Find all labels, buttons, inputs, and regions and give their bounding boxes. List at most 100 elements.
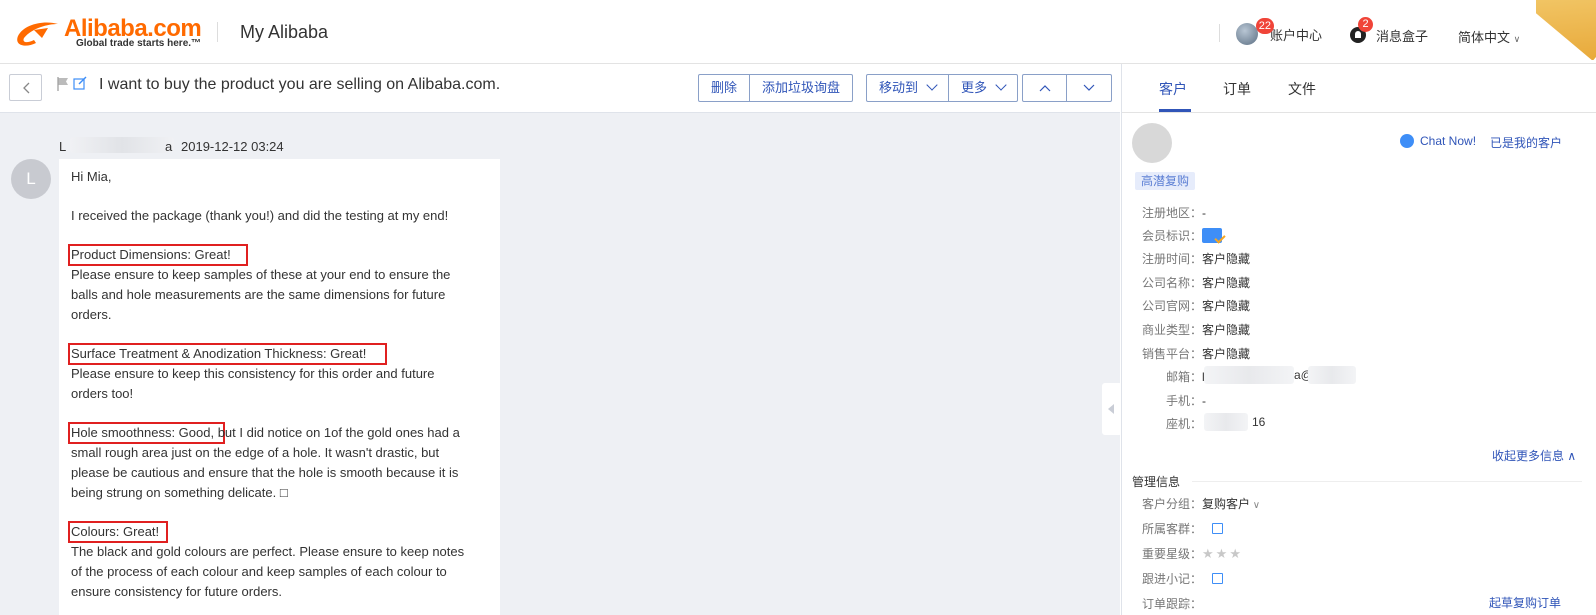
message-line: Surface Treatment & Anodization Thicknes… [71, 346, 367, 361]
tab-orders[interactable]: 订单 [1223, 79, 1251, 99]
message-pane: L a 2019-12-12 03:24 L Hi Mia, I receive… [0, 113, 1120, 615]
message-box-link[interactable]: 2 消息盒子 [1350, 17, 1428, 46]
message-line: please be cautious and ensure that the h… [71, 465, 459, 480]
field-label: 重要星级： [1142, 547, 1203, 561]
redacted-email [1204, 366, 1294, 384]
landline-suffix: 16 [1252, 415, 1266, 429]
top-header: Alibaba.com Global trade starts here.™ M… [0, 0, 1596, 64]
draft-repeat-order-link[interactable]: 起草复购订单 [1489, 594, 1561, 611]
field-value: 客户隐藏 [1202, 252, 1251, 266]
message-line: ensure consistency for future orders. [71, 584, 282, 599]
tab-customer[interactable]: 客户 [1159, 79, 1187, 99]
field-label: 注册时间： [1142, 252, 1203, 266]
user-avatar: 22 [1236, 18, 1274, 45]
field-label: 跟进小记： [1142, 572, 1203, 586]
collapse-label: 收起更多信息 [1492, 449, 1565, 463]
message-body: Hi Mia, I received the package (thank yo… [59, 159, 500, 615]
field-value: 客户隐藏 [1202, 347, 1251, 361]
language-selector[interactable]: 简体中文 ∨ [1458, 27, 1520, 46]
alibaba-logo[interactable]: Alibaba.com Global trade starts here.™ [14, 16, 214, 52]
tab-files[interactable]: 文件 [1288, 79, 1316, 99]
message-line: orders. [71, 307, 112, 322]
active-tab-indicator [1159, 109, 1191, 112]
message-line: being strung on something delicate. □ [71, 485, 288, 500]
chevron-up-icon: ∧ [1564, 449, 1577, 463]
field-label: 公司名称： [1142, 276, 1203, 290]
field-label: 所属客群： [1142, 522, 1203, 536]
star-icon[interactable]: ★ [1229, 546, 1241, 561]
field-label: 公司官网： [1142, 299, 1203, 313]
field-value: 客户隐藏 [1202, 323, 1251, 337]
field-landline: 座机： [1166, 415, 1202, 432]
field-label: 销售平台： [1142, 347, 1203, 361]
next-message-button[interactable] [1067, 75, 1111, 101]
logo-tagline: Global trade starts here.™ [76, 38, 202, 49]
page-title: My Alibaba [240, 22, 329, 42]
field-email: 邮箱：l [1166, 368, 1205, 385]
customer-panel: 客户 订单 文件 Chat Now! 已是我的客户 高潜复购 注册地区：- 会员… [1122, 64, 1596, 615]
sender-name-end: a [165, 139, 173, 154]
account-badge: 22 [1255, 18, 1274, 34]
header-right-divider [1219, 24, 1220, 42]
verified-member-icon [1202, 228, 1223, 243]
move-more-group: 移动到 更多 [866, 74, 1019, 102]
star-icon[interactable]: ★ [1202, 546, 1214, 561]
sender-avatar: L [11, 159, 51, 199]
field-value: - [1202, 206, 1207, 220]
previous-message-button[interactable] [1023, 75, 1067, 101]
message-line: Colours: Great! [71, 524, 160, 539]
chevron-down-icon[interactable]: ∨ [1250, 500, 1260, 511]
field-mobile: 手机：- [1166, 392, 1206, 409]
prev-next-group [1022, 74, 1112, 102]
back-button[interactable] [9, 74, 42, 101]
chat-now-button[interactable]: Chat Now! [1400, 134, 1476, 148]
mgmt-stars: 重要星级：★ ★ ★ [1142, 545, 1243, 562]
field-value: - [1202, 394, 1207, 408]
delete-button[interactable]: 删除 [699, 75, 751, 101]
field-label: 商业类型： [1142, 323, 1203, 337]
add-spam-button[interactable]: 添加垃圾询盘 [750, 75, 852, 101]
field-label: 手机： [1166, 394, 1203, 408]
field-registered: 注册时间：客户隐藏 [1142, 250, 1250, 267]
flag-icon[interactable] [57, 77, 69, 91]
message-line: Hole smoothness: Good, but I did notice … [71, 425, 460, 440]
message-line: Please ensure to keep this consistency f… [71, 366, 435, 381]
field-label: 注册地区： [1142, 206, 1203, 220]
app: Alibaba.com Global trade starts here.™ M… [0, 0, 1596, 615]
field-value: 客户隐藏 [1202, 276, 1251, 290]
field-platform: 销售平台：客户隐藏 [1142, 345, 1250, 362]
bell-icon: 2 [1350, 17, 1373, 43]
message-line: Product Dimensions: Great! [71, 247, 231, 262]
field-membership: 会员标识： [1142, 227, 1223, 244]
chevron-left-icon [22, 82, 29, 93]
customer-avatar [1132, 123, 1172, 163]
collapse-panel-handle[interactable] [1102, 383, 1122, 435]
edit-icon[interactable] [1212, 573, 1224, 584]
edit-icon[interactable] [1212, 523, 1224, 534]
field-business-type: 商业类型：客户隐藏 [1142, 321, 1250, 338]
corner-promo-ribbon[interactable] [1536, 0, 1596, 60]
star-icon[interactable]: ★ [1216, 546, 1228, 561]
redacted-sender-name [70, 137, 174, 153]
redacted-email-domain [1308, 366, 1356, 384]
customer-group-dropdown[interactable]: 复购客户 [1202, 497, 1250, 511]
action-button-group: 删除 添加垃圾询盘 [698, 74, 854, 102]
alibaba-smile-icon [17, 22, 58, 46]
header-divider [217, 22, 218, 42]
account-center-link[interactable]: 22 账户中心 [1236, 18, 1322, 46]
field-company: 公司名称：客户隐藏 [1142, 274, 1250, 291]
message-toolbar: I want to buy the product you are sellin… [0, 64, 1120, 113]
more-dropdown[interactable]: 更多 [949, 75, 1017, 101]
chevron-down-icon [995, 79, 1007, 91]
message-line: Please ensure to keep samples of these a… [71, 267, 451, 282]
message-line: small rough area just on the edge of a h… [71, 445, 440, 460]
message-badge: 2 [1358, 17, 1373, 32]
field-label: 订单跟踪： [1142, 597, 1203, 611]
field-label: 座机： [1166, 417, 1203, 431]
edit-icon[interactable] [73, 76, 87, 90]
my-customer-link[interactable]: 已是我的客户 [1490, 134, 1562, 151]
move-to-dropdown[interactable]: 移动到 [867, 75, 950, 101]
collapse-more-info-link[interactable]: 收起更多信息 ∧ [1492, 447, 1576, 464]
message-date: 2019-12-12 03:24 [181, 139, 284, 154]
field-website: 公司官网：客户隐藏 [1142, 297, 1250, 314]
